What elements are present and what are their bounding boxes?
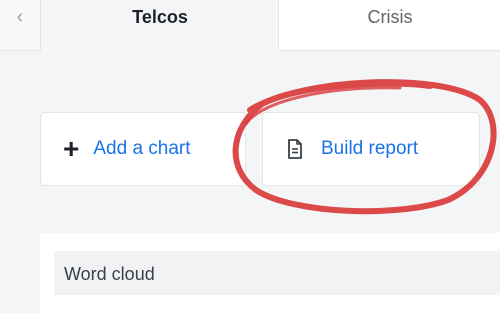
build-report-button[interactable]: Build report bbox=[262, 112, 480, 186]
tab-scroll-left-button[interactable]: ‹ bbox=[0, 0, 41, 51]
word-cloud-card: Word cloud bbox=[40, 233, 500, 313]
add-chart-label: Add a chart bbox=[93, 138, 191, 159]
widget-title: Word cloud bbox=[64, 264, 155, 284]
document-icon bbox=[287, 139, 303, 159]
tab-bar: ‹ Telcos Crisis bbox=[0, 0, 500, 52]
tab-label: Crisis bbox=[367, 7, 413, 27]
tab-telcos[interactable]: Telcos bbox=[42, 0, 278, 50]
add-chart-button[interactable]: + Add a chart bbox=[40, 112, 246, 186]
tab-label: Telcos bbox=[132, 7, 188, 27]
plus-icon: + bbox=[63, 133, 80, 164]
chevron-left-icon: ‹ bbox=[16, 6, 24, 28]
build-report-label: Build report bbox=[321, 138, 419, 159]
tab-crisis[interactable]: Crisis bbox=[278, 0, 500, 51]
word-cloud-header[interactable]: Word cloud bbox=[54, 251, 500, 295]
